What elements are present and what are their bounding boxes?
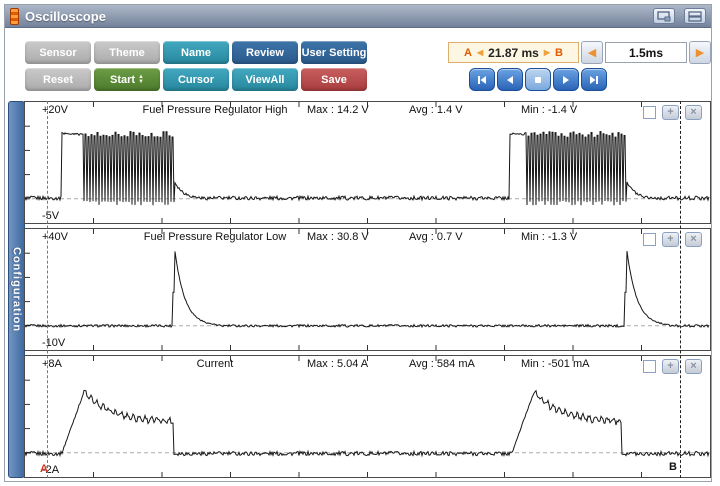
step-forward-button[interactable] [553,68,579,91]
channel-select-checkbox[interactable] [643,106,656,119]
cursor-button[interactable]: Cursor [163,68,229,91]
start-button-label: Start [110,74,135,86]
channel-title: Fuel Pressure Regulator Low [120,231,310,243]
layout-icon [688,11,702,22]
scale-bottom-label: -10V [42,337,65,349]
oscilloscope-window: Oscilloscope Sensor Theme Name Review Us… [4,4,712,482]
channel-title: Fuel Pressure Regulator High [120,104,310,116]
min-stat: Min : -501 mA [521,358,589,370]
stop-icon [532,74,544,86]
waveform-ch3 [25,356,710,477]
channel-close-button[interactable]: × [685,359,702,374]
timebase-increase-button[interactable]: ▶ [689,41,711,64]
cursor-b-line[interactable] [680,101,681,478]
timebase-value[interactable]: 1.5ms [605,42,687,63]
configuration-tab[interactable]: Configuration [8,101,25,478]
review-button[interactable]: Review [232,41,298,64]
cursor-a-tag: A [464,47,472,59]
scale-top-label: +8A [42,358,62,370]
ab-cursor-readout: A ◀ 21.87 ms ▶ B [448,42,579,63]
titlebar: Oscilloscope [5,5,711,28]
channel-title: Current [120,358,310,370]
channel-select-checkbox[interactable] [643,233,656,246]
scale-top-label: +20V [42,104,68,116]
max-stat: Max : 5.04 A [307,358,368,370]
cursor-b-arrow-icon: ▶ [544,48,550,57]
channel-zoom-button[interactable]: + [662,359,679,374]
reset-button[interactable]: Reset [25,68,91,91]
avg-stat: Avg : 584 mA [409,358,475,370]
max-stat: Max : 14.2 V [307,104,369,116]
cursor-a-label: A [40,463,48,475]
cursor-a-arrow-icon: ◀ [477,48,483,57]
avg-stat: Avg : 0.7 V [409,231,463,243]
window-capture-button[interactable] [653,8,675,24]
start-button[interactable]: Start ▲▼ [94,68,160,91]
window-layout-button[interactable] [684,8,706,24]
theme-button[interactable]: Theme [94,41,160,64]
waveform-ch1 [25,102,710,223]
playback-controls [469,68,607,91]
cursor-b-label: B [669,461,677,473]
skip-end-button[interactable] [581,68,607,91]
cursor-a-line[interactable] [47,101,48,478]
channel-panels: +20V Fuel Pressure Regulator High Max : … [24,101,711,478]
window-title: Oscilloscope [25,9,644,24]
avg-stat: Avg : 1.4 V [409,104,463,116]
right-arrow-icon: ▶ [696,46,704,59]
channel-close-button[interactable]: × [685,105,702,120]
step-back-button[interactable] [497,68,523,91]
channel-zoom-button[interactable]: + [662,105,679,120]
timebase-decrease-button[interactable]: ◀ [581,41,603,64]
name-button[interactable]: Name [163,41,229,64]
min-stat: Min : -1.3 V [521,231,577,243]
channel-panel-2: +40V Fuel Pressure Regulator Low Max : 3… [24,228,711,351]
app-icon [10,8,19,25]
channel-select-checkbox[interactable] [643,360,656,373]
capture-icon [657,11,671,22]
cursor-b-tag: B [555,47,563,59]
scale-top-label: +40V [42,231,68,243]
channel-zoom-button[interactable]: + [662,232,679,247]
start-spinner-icon: ▲▼ [138,75,144,85]
sensor-button[interactable]: Sensor [25,41,91,64]
scale-bottom-label: -5V [42,210,59,222]
viewall-button[interactable]: ViewAll [232,68,298,91]
waveform-ch2 [25,229,710,350]
max-stat: Max : 30.8 V [307,231,369,243]
save-button[interactable]: Save [301,68,367,91]
skip-start-icon [476,74,488,86]
ab-delta-value: 21.87 ms [488,46,539,60]
channel-panel-1: +20V Fuel Pressure Regulator High Max : … [24,101,711,224]
toolbar: Sensor Theme Name Review User Setting Re… [5,29,711,100]
min-stat: Min : -1.4 V [521,104,577,116]
user-setting-button[interactable]: User Setting [301,41,367,64]
skip-end-icon [588,74,600,86]
stop-button[interactable] [525,68,551,91]
left-arrow-icon: ◀ [588,46,596,59]
step-forward-icon [560,74,572,86]
channel-close-button[interactable]: × [685,232,702,247]
skip-start-button[interactable] [469,68,495,91]
step-back-icon [504,74,516,86]
channel-panel-3: +8A Current Max : 5.04 A Avg : 584 mA Mi… [24,355,711,478]
